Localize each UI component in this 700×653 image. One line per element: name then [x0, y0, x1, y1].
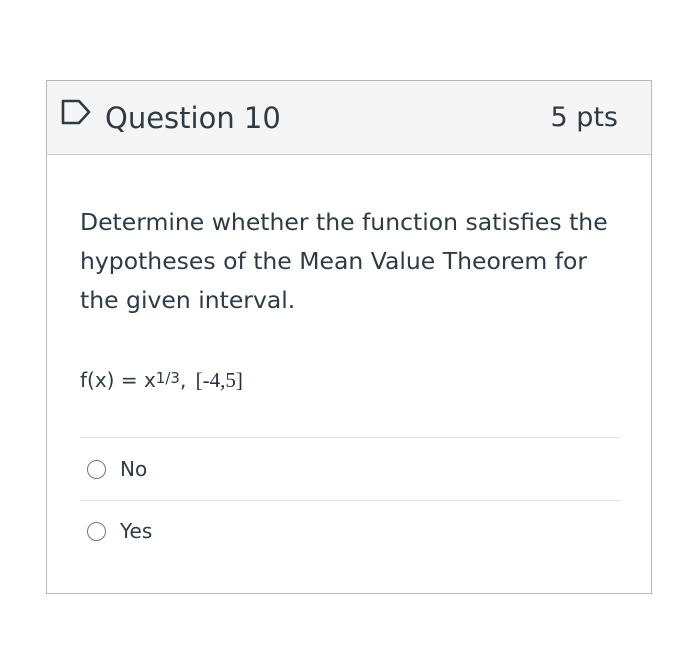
formula-exponent: 1/3: [155, 369, 180, 387]
question-card: Question 10 5 pts Determine whether the …: [46, 80, 652, 594]
question-header: Question 10 5 pts: [47, 81, 651, 155]
answer-divider: [80, 500, 620, 501]
answer-label: Yes: [120, 519, 153, 543]
radio-unchecked-icon[interactable]: [87, 459, 106, 479]
answer-divider: [80, 437, 620, 438]
formula-interval: [-4,5]: [195, 368, 243, 392]
formula-base: f(x) = x: [80, 368, 156, 392]
radio-unchecked-icon[interactable]: [87, 521, 106, 541]
answer-label: No: [120, 457, 148, 481]
question-text: Determine whether the function satisfies…: [80, 208, 608, 314]
question-points: 5 pts: [550, 102, 618, 133]
question-formula: f(x) = x1/3, [-4,5]: [80, 364, 243, 398]
answer-option-yes[interactable]: Yes: [87, 515, 152, 547]
formula-separator: ,: [179, 368, 187, 392]
answer-option-no[interactable]: No: [87, 453, 147, 485]
flag-question-icon[interactable]: [60, 97, 94, 127]
question-title: Question 10: [105, 101, 281, 135]
